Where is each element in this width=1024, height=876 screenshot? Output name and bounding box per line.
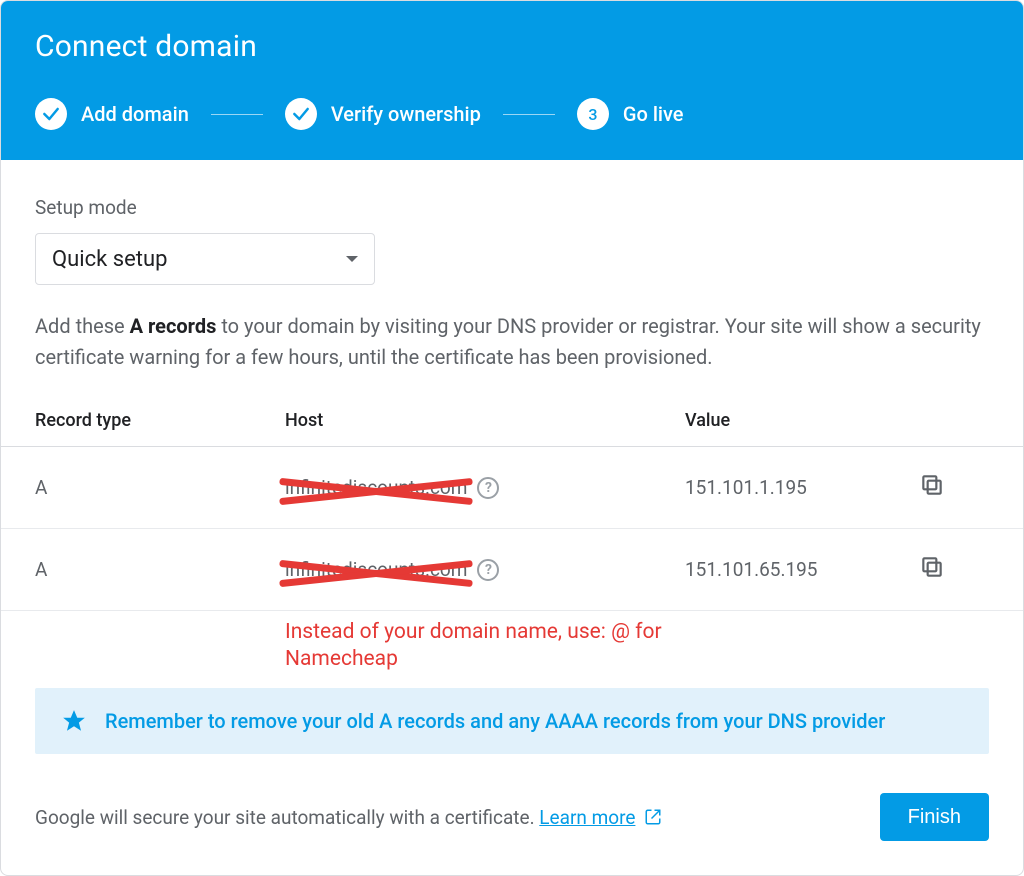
col-value: Value — [685, 410, 919, 431]
setup-mode-select[interactable]: Quick setup — [35, 233, 375, 285]
cell-record-type: A — [35, 476, 285, 499]
step-connector — [211, 114, 263, 115]
col-host: Host — [285, 410, 685, 431]
step-go-live[interactable]: 3 Go live — [577, 98, 684, 130]
table-header: Record type Host Value — [1, 395, 1023, 447]
reminder-banner: Remember to remove your old A records an… — [35, 688, 989, 754]
star-icon — [61, 708, 87, 734]
setup-mode-value: Quick setup — [52, 247, 167, 272]
help-icon[interactable]: ? — [477, 559, 499, 581]
step-connector — [503, 114, 555, 115]
help-icon[interactable]: ? — [477, 477, 499, 499]
dns-records-table: Record type Host Value A infinitediscoun… — [1, 395, 1023, 611]
host-value-redacted: infinitediscounts.com — [285, 552, 467, 587]
connect-domain-panel: Connect domain Add domain Verify ownersh… — [0, 0, 1024, 876]
stepper: Add domain Verify ownership 3 Go live — [35, 98, 989, 130]
cell-value: 151.101.1.195 — [685, 476, 919, 499]
finish-button[interactable]: Finish — [880, 793, 989, 841]
step-label: Verify ownership — [331, 102, 481, 126]
cell-host: infinitediscounts.com ? — [285, 470, 685, 505]
step-verify-ownership[interactable]: Verify ownership — [285, 98, 481, 130]
panel-title: Connect domain — [35, 29, 989, 64]
cell-value: 151.101.65.195 — [685, 558, 919, 581]
panel-body: Setup mode Quick setup Add these A recor… — [1, 160, 1023, 875]
table-row: A infinitediscounts.com ? 151.101.65.195 — [1, 529, 1023, 611]
instructions-text: Add these A records to your domain by vi… — [35, 311, 989, 373]
chevron-down-icon — [346, 256, 358, 262]
step-label: Add domain — [81, 102, 189, 126]
check-icon — [285, 98, 317, 130]
cell-host: infinitediscounts.com ? — [285, 552, 685, 587]
step-number-icon: 3 — [577, 98, 609, 130]
step-add-domain[interactable]: Add domain — [35, 98, 189, 130]
copy-icon[interactable] — [919, 472, 945, 498]
check-icon — [35, 98, 67, 130]
reminder-text: Remember to remove your old A records an… — [105, 709, 885, 733]
copy-icon[interactable] — [919, 554, 945, 580]
learn-more-link[interactable]: Learn more — [539, 806, 635, 829]
external-link-icon — [644, 808, 662, 826]
panel-footer: Google will secure your site automatical… — [1, 765, 1023, 875]
table-row: A infinitediscounts.com ? 151.101.1.195 — [1, 447, 1023, 529]
setup-mode-label: Setup mode — [35, 196, 989, 219]
user-annotation: Instead of your domain name, use: @ for … — [285, 619, 705, 674]
panel-header: Connect domain Add domain Verify ownersh… — [1, 1, 1023, 160]
step-label: Go live — [623, 102, 684, 126]
col-record-type: Record type — [35, 410, 285, 431]
footer-text: Google will secure your site automatical… — [35, 806, 662, 829]
cell-record-type: A — [35, 558, 285, 581]
host-value-redacted: infinitediscounts.com — [285, 470, 467, 505]
